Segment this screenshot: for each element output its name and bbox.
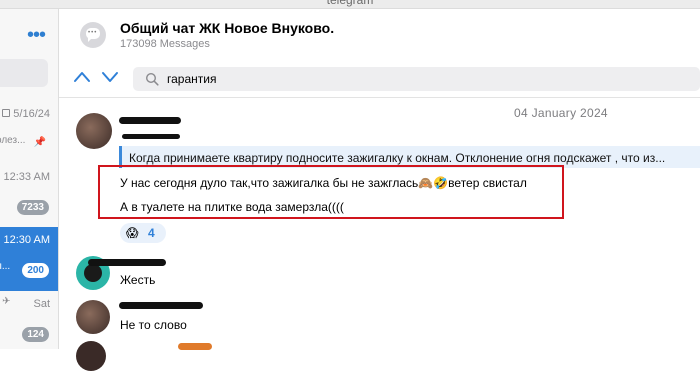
chat-time: 12:33 AM — [3, 171, 50, 183]
header-divider — [59, 97, 700, 98]
search-icon — [145, 72, 159, 86]
window-titlebar: telegram — [0, 0, 700, 9]
message-text: Не то слово — [120, 318, 187, 332]
message-search-field[interactable]: гарантия — [133, 67, 700, 91]
chat-bubble-icon: ••• — [86, 28, 100, 42]
chat-snippet: л... — [0, 261, 11, 272]
chat-time: 5/16/24 — [13, 108, 50, 120]
unread-badge: 124 — [22, 327, 49, 342]
chat-snippet: олез... — [0, 135, 26, 146]
redacted-name — [122, 134, 180, 139]
redacted-name — [88, 259, 166, 266]
highlight-box — [98, 165, 564, 219]
date-separator: 04 January 2024 — [514, 106, 608, 120]
reaction-emoji: 😱 — [126, 226, 139, 240]
reaction-count: 4 — [148, 226, 155, 240]
chat-message-count: 173098 Messages — [120, 38, 210, 50]
sidebar-search-input[interactable] — [0, 59, 48, 87]
reaction-chip[interactable]: 😱 4 — [120, 223, 166, 243]
chat-list-item[interactable]: ✈ Sat 124 — [0, 291, 58, 349]
chat-time: Sat — [33, 298, 50, 310]
pin-icon: 📌 — [33, 137, 46, 148]
chevron-down-icon[interactable] — [100, 67, 120, 87]
sender-avatar[interactable] — [76, 341, 106, 371]
chat-avatar[interactable]: ••• — [80, 22, 106, 48]
sender-avatar[interactable] — [76, 300, 110, 334]
chat-list-item-active[interactable]: 12:30 AM л... 200 — [0, 227, 58, 291]
redacted-name — [119, 302, 203, 309]
app-title: telegram — [326, 0, 374, 7]
sender-avatar[interactable] — [76, 113, 112, 149]
chat-list-item[interactable]: 5/16/24 олез... 📌 — [0, 101, 58, 165]
unread-badge: 7233 — [16, 200, 49, 215]
chat-title[interactable]: Общий чат ЖК Новое Внуково. — [120, 20, 334, 36]
muted-icon: ✈ — [2, 296, 11, 307]
search-input[interactable]: гарантия — [167, 72, 216, 86]
redacted-name — [119, 117, 181, 124]
chat-list-item[interactable]: 12:33 AM 7233 — [0, 164, 58, 228]
chat-time: 12:30 AM — [3, 234, 50, 246]
chat-list-sidebar: ••• 5/16/24 олез... 📌 12:33 AM 7233 12:3… — [0, 9, 59, 349]
quoted-message-text: Когда принимаете квартиру подносите зажи… — [129, 151, 666, 165]
unread-badge: 200 — [22, 263, 49, 278]
chevron-up-icon[interactable] — [72, 67, 92, 87]
more-icon[interactable]: ••• — [27, 25, 46, 45]
message-text: Жесть — [120, 273, 156, 287]
lock-icon — [2, 109, 10, 117]
